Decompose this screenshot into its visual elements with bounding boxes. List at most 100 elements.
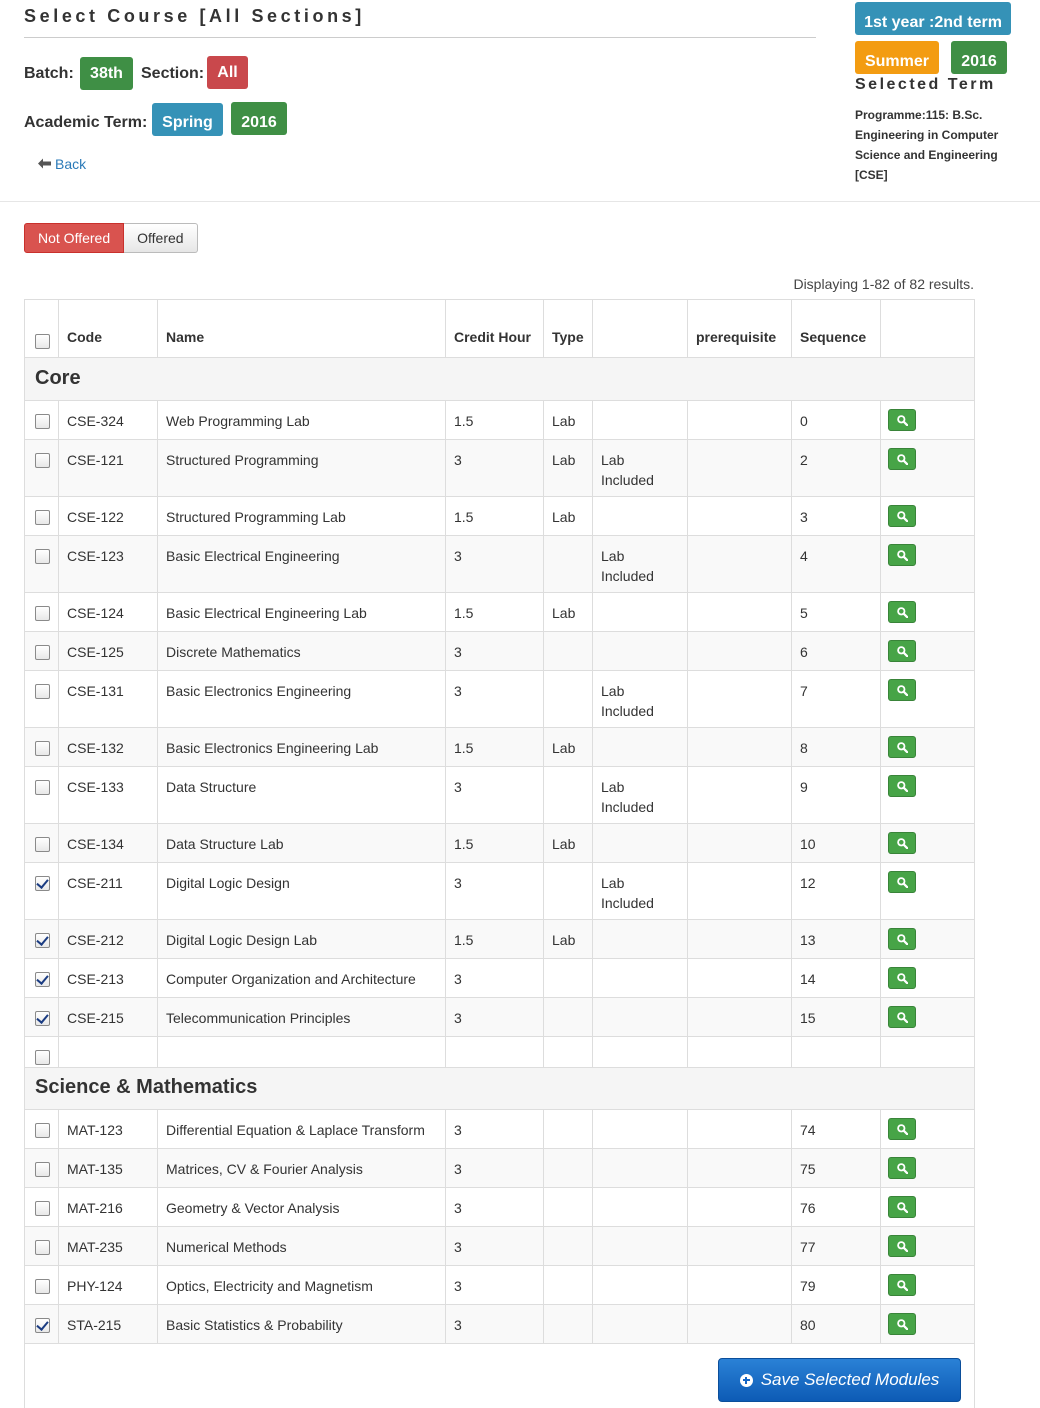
cell-prereq: [688, 593, 792, 631]
cell-extra: [593, 1227, 688, 1265]
cell-sequence: 12: [792, 863, 881, 919]
term-season-badge: Spring: [152, 103, 223, 136]
cell-prereq: [688, 497, 792, 535]
select-cell: [25, 1110, 59, 1148]
row-checkbox[interactable]: [35, 972, 50, 987]
cell-sequence: 10: [792, 824, 881, 862]
row-checkbox[interactable]: [35, 1011, 50, 1026]
not-offered-button[interactable]: Not Offered: [24, 223, 125, 253]
cell-extra: [593, 728, 688, 766]
row-checkbox[interactable]: [35, 1240, 50, 1255]
actions-cell: [881, 998, 974, 1036]
row-checkbox[interactable]: [35, 1318, 50, 1333]
view-course-button[interactable]: [888, 775, 916, 797]
cell-prereq: [688, 1266, 792, 1304]
select-cell: [25, 863, 59, 919]
cell-sequence: 2: [792, 440, 881, 496]
cell-credit: 3: [446, 632, 544, 670]
row-checkbox[interactable]: [35, 684, 50, 699]
actions-cell: [881, 863, 974, 919]
select-all-checkbox[interactable]: [35, 334, 50, 349]
cell-type: [544, 536, 593, 592]
view-course-button[interactable]: [888, 1118, 916, 1140]
row-checkbox[interactable]: [35, 549, 50, 564]
cell-name: Basic Electrical Engineering Lab: [158, 593, 446, 631]
row-checkbox[interactable]: [35, 837, 50, 852]
cell-name: Digital Logic Design Lab: [158, 920, 446, 958]
cell-sequence: 0: [792, 401, 881, 439]
row-checkbox[interactable]: [35, 780, 50, 795]
view-course-button[interactable]: [888, 640, 916, 662]
actions-cell: [881, 1149, 974, 1187]
view-course-button[interactable]: [888, 1274, 916, 1296]
cell-extra: [593, 632, 688, 670]
view-course-button[interactable]: [888, 448, 916, 470]
row-checkbox[interactable]: [35, 1279, 50, 1294]
cell-credit: 1.5: [446, 497, 544, 535]
view-course-button[interactable]: [888, 967, 916, 989]
select-cell: [25, 767, 59, 823]
header-type: Type: [544, 300, 593, 357]
view-course-button[interactable]: [888, 544, 916, 566]
select-cell: [25, 671, 59, 727]
cell-credit: 3: [446, 671, 544, 727]
cell-extra: Lab Included: [593, 536, 688, 592]
section-label: Section:: [141, 65, 205, 82]
empty-row: [25, 1037, 974, 1068]
arrow-left-icon: [38, 156, 51, 172]
view-course-button[interactable]: [888, 1006, 916, 1028]
view-course-button[interactable]: [888, 679, 916, 701]
batch-badge: 38th: [80, 57, 133, 90]
save-selected-button[interactable]: Save Selected Modules: [718, 1358, 961, 1402]
save-selected-label: Save Selected Modules: [760, 1370, 940, 1389]
cell-name: Matrices, CV & Fourier Analysis: [158, 1149, 446, 1187]
cell-prereq: [688, 536, 792, 592]
cell-extra: [593, 401, 688, 439]
cell-credit: 1.5: [446, 824, 544, 862]
view-course-button[interactable]: [888, 1313, 916, 1335]
cell-type: [544, 1305, 593, 1343]
cell-credit: 3: [446, 440, 544, 496]
cell-code: CSE-134: [59, 824, 158, 862]
cell-extra: [593, 998, 688, 1036]
row-checkbox[interactable]: [35, 1123, 50, 1138]
view-course-button[interactable]: [888, 871, 916, 893]
cell-extra: [593, 920, 688, 958]
row-checkbox[interactable]: [35, 933, 50, 948]
view-course-button[interactable]: [888, 1196, 916, 1218]
cell-credit: 3: [446, 1227, 544, 1265]
view-course-button[interactable]: [888, 736, 916, 758]
cell-sequence: 8: [792, 728, 881, 766]
row-checkbox[interactable]: [35, 1050, 50, 1065]
actions-cell: [881, 536, 974, 592]
row-checkbox[interactable]: [35, 606, 50, 621]
cell-prereq: [688, 632, 792, 670]
table-row: PHY-124 Optics, Electricity and Magnetism…: [25, 1266, 974, 1305]
row-checkbox[interactable]: [35, 645, 50, 660]
view-course-button[interactable]: [888, 1235, 916, 1257]
offered-button[interactable]: Offered: [124, 223, 198, 253]
back-link[interactable]: Back: [38, 156, 86, 172]
row-checkbox[interactable]: [35, 1201, 50, 1216]
table-row: MAT-216 Geometry & Vector Analysis 3 76: [25, 1188, 974, 1227]
term-year-badge: 2016: [231, 102, 287, 135]
row-checkbox[interactable]: [35, 510, 50, 525]
view-course-button[interactable]: [888, 1157, 916, 1179]
view-course-button[interactable]: [888, 601, 916, 623]
row-checkbox[interactable]: [35, 453, 50, 468]
cell-type: [544, 767, 593, 823]
row-checkbox[interactable]: [35, 741, 50, 756]
view-course-button[interactable]: [888, 928, 916, 950]
cell-type: Lab: [544, 497, 593, 535]
row-checkbox[interactable]: [35, 1162, 50, 1177]
cell-credit: 1.5: [446, 593, 544, 631]
row-checkbox[interactable]: [35, 414, 50, 429]
row-checkbox[interactable]: [35, 876, 50, 891]
view-course-button[interactable]: [888, 832, 916, 854]
view-course-button[interactable]: [888, 505, 916, 527]
select-cell: [25, 1188, 59, 1226]
cell-credit: 3: [446, 1188, 544, 1226]
header-name: Name: [158, 300, 446, 357]
view-course-button[interactable]: [888, 409, 916, 431]
select-cell: [25, 1305, 59, 1343]
